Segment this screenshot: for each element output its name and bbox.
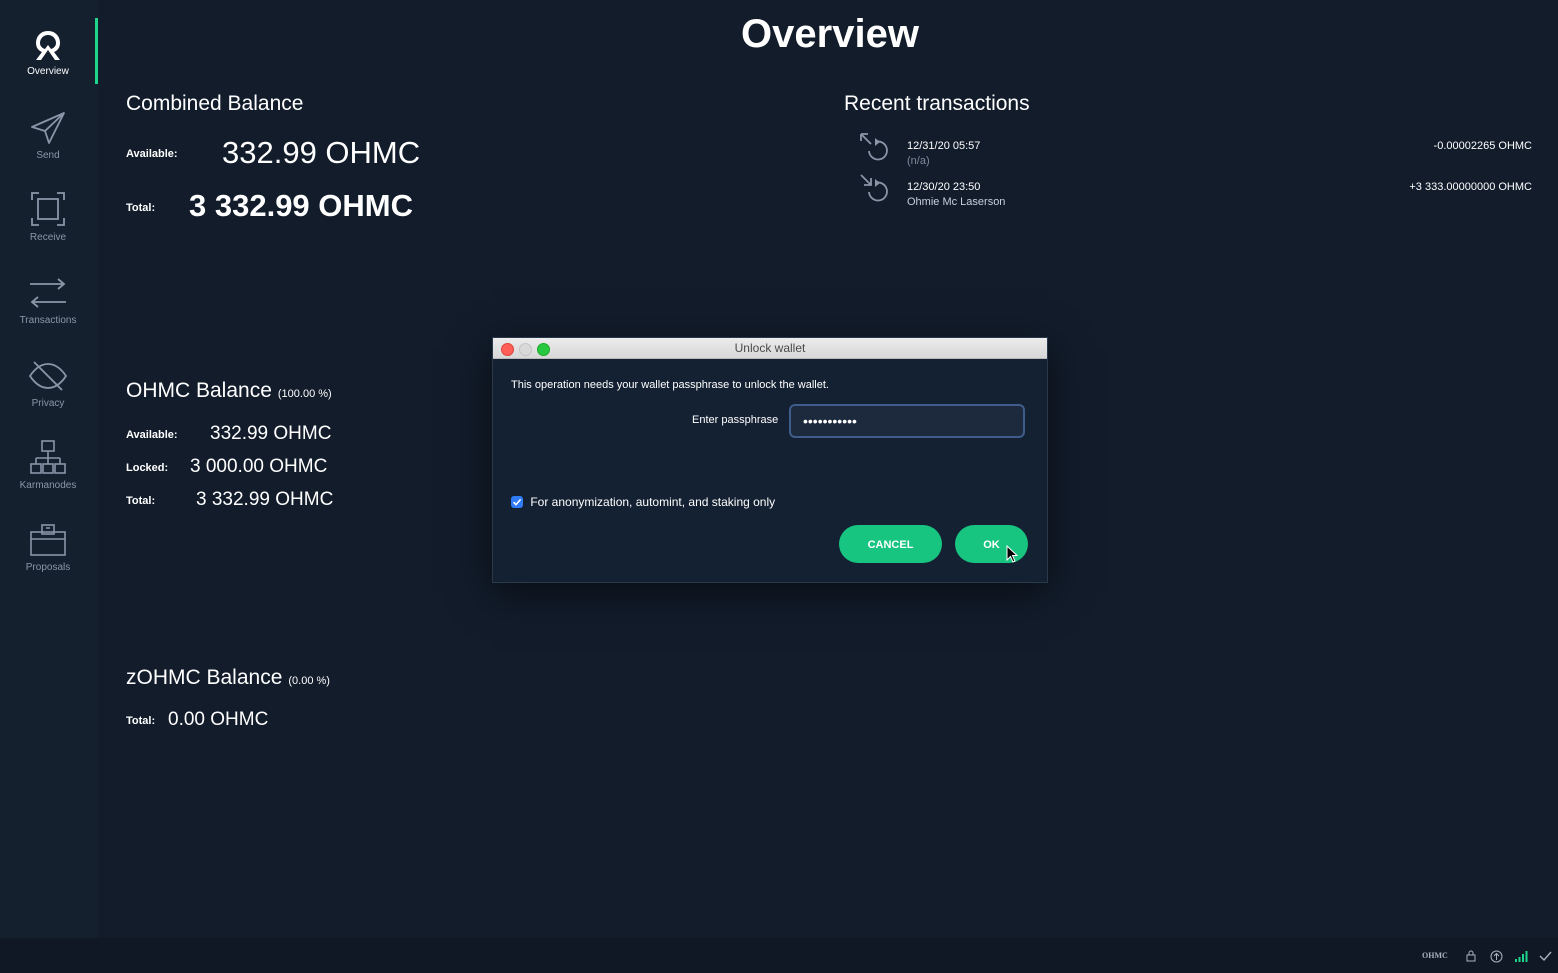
transaction-address: (n/a) <box>907 155 930 167</box>
anonymization-checkbox-label: For anonymization, automint, and staking… <box>530 495 776 509</box>
sidebar-item-label: Transactions <box>19 315 77 326</box>
transaction-amount: +3 333.00000000 OHMC <box>1409 181 1532 193</box>
zohmc-total-label: Total: <box>126 715 156 727</box>
passphrase-input[interactable] <box>789 404 1025 438</box>
send-icon <box>31 112 65 144</box>
logo-icon <box>36 31 60 60</box>
sidebar-item-transactions[interactable]: Transactions <box>0 275 96 326</box>
karmanodes-icon <box>30 440 66 474</box>
combined-balance-title: Combined Balance <box>126 92 304 115</box>
checkmark-icon <box>512 498 522 506</box>
dialog-message: This operation needs your wallet passphr… <box>511 379 829 391</box>
sidebar: Overview Send Receive Transactions Priva… <box>0 0 98 938</box>
mouse-cursor-icon <box>1006 545 1019 563</box>
combined-available-value: 332.99 OHMC <box>222 135 421 170</box>
zohmc-total-value: 0.00 OHMC <box>168 709 269 730</box>
unlock-wallet-dialog: Unlock wallet This operation needs your … <box>492 337 1048 583</box>
transaction-date: 12/31/20 05:57 <box>907 140 981 152</box>
ohmc-available-label: Available: <box>126 429 178 441</box>
ohmc-balance-title: OHMC Balance (100.00 %) <box>126 379 332 403</box>
zohmc-balance-title-text: zOHMC Balance <box>126 666 283 689</box>
anonymization-checkbox-row[interactable]: For anonymization, automint, and staking… <box>511 495 775 509</box>
transaction-address: Ohmie Mc Laserson <box>907 196 1006 208</box>
sidebar-item-privacy[interactable]: Privacy <box>0 358 96 409</box>
transaction-date: 12/30/20 23:50 <box>907 181 981 193</box>
sidebar-item-label: Overview <box>27 66 69 77</box>
zohmc-balance-title: zOHMC Balance (0.00 %) <box>126 666 330 690</box>
sidebar-item-label: Privacy <box>31 398 65 409</box>
recent-transactions-title: Recent transactions <box>844 92 1030 115</box>
sidebar-item-proposals[interactable]: Proposals <box>0 522 96 573</box>
transaction-amount: -0.00002265 OHMC <box>1433 140 1532 152</box>
receive-icon <box>31 192 65 226</box>
status-brand: OHMC <box>1422 951 1448 960</box>
ohmc-locked-value: 3 000.00 OHMC <box>190 456 328 477</box>
dialog-titlebar: Unlock wallet <box>493 338 1047 359</box>
staking-icon <box>860 133 888 161</box>
cancel-button[interactable]: CANCEL <box>839 525 942 563</box>
sync-check-icon[interactable] <box>1539 950 1552 962</box>
connections-icon[interactable] <box>1514 950 1528 962</box>
sidebar-item-label: Receive <box>29 232 67 243</box>
dialog-title: Unlock wallet <box>734 341 806 355</box>
lock-icon[interactable] <box>1466 950 1476 962</box>
sidebar-item-label: Karmanodes <box>19 480 77 491</box>
received-icon <box>860 174 888 202</box>
sidebar-item-label: Proposals <box>25 562 71 573</box>
ohmc-balance-title-text: OHMC Balance <box>126 379 272 402</box>
active-indicator <box>95 18 98 84</box>
ohmc-total-label: Total: <box>126 495 156 507</box>
passphrase-label: Enter passphrase <box>692 414 779 426</box>
privacy-icon <box>28 361 68 391</box>
sidebar-item-send[interactable]: Send <box>0 110 96 161</box>
transactions-icon <box>30 278 66 308</box>
anonymization-checkbox[interactable] <box>511 496 523 508</box>
combined-available-label: Available: <box>126 148 178 160</box>
status-bar: OHMC <box>0 938 1558 973</box>
combined-total-value: 3 332.99 OHMC <box>189 188 413 223</box>
staking-status-icon[interactable] <box>1490 950 1503 963</box>
sidebar-item-receive[interactable]: Receive <box>0 190 96 243</box>
ohmc-balance-pct: (100.00 %) <box>277 388 332 400</box>
zohmc-balance-pct: (0.00 %) <box>288 675 330 687</box>
sidebar-item-overview[interactable]: Overview <box>0 28 96 77</box>
sidebar-item-label: Send <box>36 150 60 161</box>
ohmc-total-value: 3 332.99 OHMC <box>196 489 334 510</box>
ohmc-available-value: 332.99 OHMC <box>210 423 332 444</box>
page-title: Overview <box>741 12 919 56</box>
proposals-icon <box>30 524 66 556</box>
combined-total-label: Total: <box>126 202 156 214</box>
sidebar-item-karmanodes[interactable]: Karmanodes <box>0 440 96 491</box>
ohmc-locked-label: Locked: <box>126 462 169 474</box>
